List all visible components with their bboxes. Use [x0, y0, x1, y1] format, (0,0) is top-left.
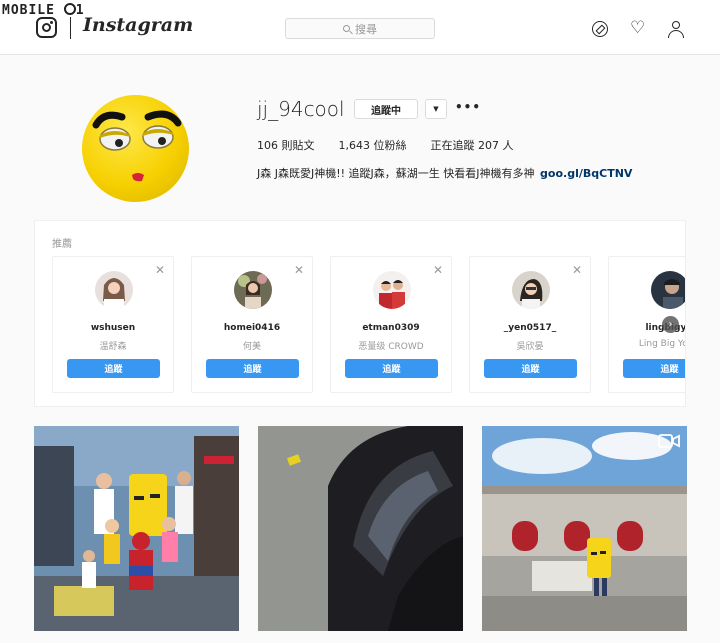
chevron-down-icon: ▼	[433, 105, 439, 113]
avatar[interactable]	[373, 271, 411, 309]
post-thumbnail[interactable]	[34, 426, 239, 631]
search-placeholder: 搜尋	[355, 22, 377, 36]
following-count[interactable]: 正在追蹤 207 人	[431, 137, 514, 153]
chevron-right-icon[interactable]: ›	[662, 316, 679, 333]
post-thumbnail[interactable]	[258, 426, 463, 631]
mascot-face-illustration	[92, 110, 182, 182]
suggestion-real-name: 吳欣晏	[516, 342, 544, 352]
suggestion-real-name: 温舒森	[99, 342, 127, 352]
close-icon[interactable]: ✕	[294, 263, 304, 277]
suggestions-title: 推薦	[52, 239, 72, 250]
suggestion-card: ✕ wshusen 温舒森 追蹤	[52, 256, 174, 393]
close-icon[interactable]: ✕	[155, 263, 165, 277]
bio-link[interactable]: goo.gl/BqCTNV	[540, 167, 632, 180]
watermark-logo: MOBILE 1	[2, 3, 85, 18]
following-button[interactable]: 追蹤中	[354, 99, 418, 119]
post-image-scooter	[258, 426, 463, 631]
posts-count: 106 則貼文	[257, 139, 315, 152]
compass-icon[interactable]	[592, 21, 608, 37]
watermark-text: MOBILE	[2, 3, 55, 18]
follow-button[interactable]: 追蹤	[623, 359, 685, 378]
search-icon	[343, 25, 350, 32]
suggestion-real-name: 恶量级 CROWD	[358, 342, 424, 352]
suggestion-username[interactable]: _yen0517_	[470, 323, 590, 333]
nav-divider	[70, 17, 71, 39]
close-icon[interactable]: ✕	[572, 263, 582, 277]
profile-stats: 106 則貼文 1,643 位粉絲 正在追蹤 207 人	[257, 137, 514, 153]
suggestions-dropdown-button[interactable]: ▼	[425, 99, 447, 119]
video-camera-icon	[658, 434, 680, 448]
follow-button[interactable]: 追蹤	[484, 359, 577, 378]
instagram-glyph-icon[interactable]	[36, 17, 57, 38]
avatar[interactable]	[95, 271, 133, 309]
suggestion-username[interactable]: etman0309	[331, 323, 451, 333]
profile-avatar[interactable]	[82, 95, 189, 202]
avatar[interactable]	[512, 271, 550, 309]
follow-button[interactable]: 追蹤	[67, 359, 160, 378]
profile-username: jj_94cool	[257, 97, 345, 121]
person-icon[interactable]	[668, 21, 684, 38]
more-options-icon[interactable]: •••	[455, 99, 481, 119]
suggestion-username[interactable]: homei0416	[192, 323, 312, 333]
suggestion-card: ✕ homei0416 何美 追蹤	[191, 256, 313, 393]
followers-count[interactable]: 1,643 位粉絲	[339, 137, 407, 153]
post-image-group-photo	[34, 426, 239, 631]
profile-bio: J森 J森既愛J神機!! 追蹤J森，蘇湖一生 快看看J神機有多神 goo.gl/…	[257, 165, 632, 181]
avatar[interactable]	[234, 271, 272, 309]
search-input[interactable]: 搜尋	[285, 18, 435, 39]
follow-button[interactable]: 追蹤	[345, 359, 438, 378]
post-thumbnail[interactable]	[482, 426, 687, 631]
instagram-wordmark[interactable]: Instagram	[83, 14, 193, 36]
suggestion-card: ✕ etman0309 恶量级 CROWD 追蹤	[330, 256, 452, 393]
suggestion-card: ✕ _yen0517_ 吳欣晏 追蹤	[469, 256, 591, 393]
suggestion-real-name: 何美	[242, 342, 261, 352]
avatar[interactable]	[651, 271, 685, 309]
top-navigation-bar: MOBILE 1 Instagram 搜尋 ♡	[0, 0, 720, 55]
heart-icon[interactable]: ♡	[630, 20, 646, 37]
close-icon[interactable]: ✕	[433, 263, 443, 277]
follow-button[interactable]: 追蹤	[206, 359, 299, 378]
post-image-stadium	[482, 426, 687, 631]
suggested-accounts-panel: 推薦 ✕ wshusen 温舒森 追蹤 ✕ homei0416 何美 追蹤 ✕ …	[34, 220, 686, 407]
suggestion-username[interactable]: wshusen	[53, 323, 173, 333]
bio-text: J森 J森既愛J神機!! 追蹤J森，蘇湖一生 快看看J神機有多神	[257, 167, 535, 180]
suggestion-real-name: Ling Big Yong	[638, 339, 685, 349]
